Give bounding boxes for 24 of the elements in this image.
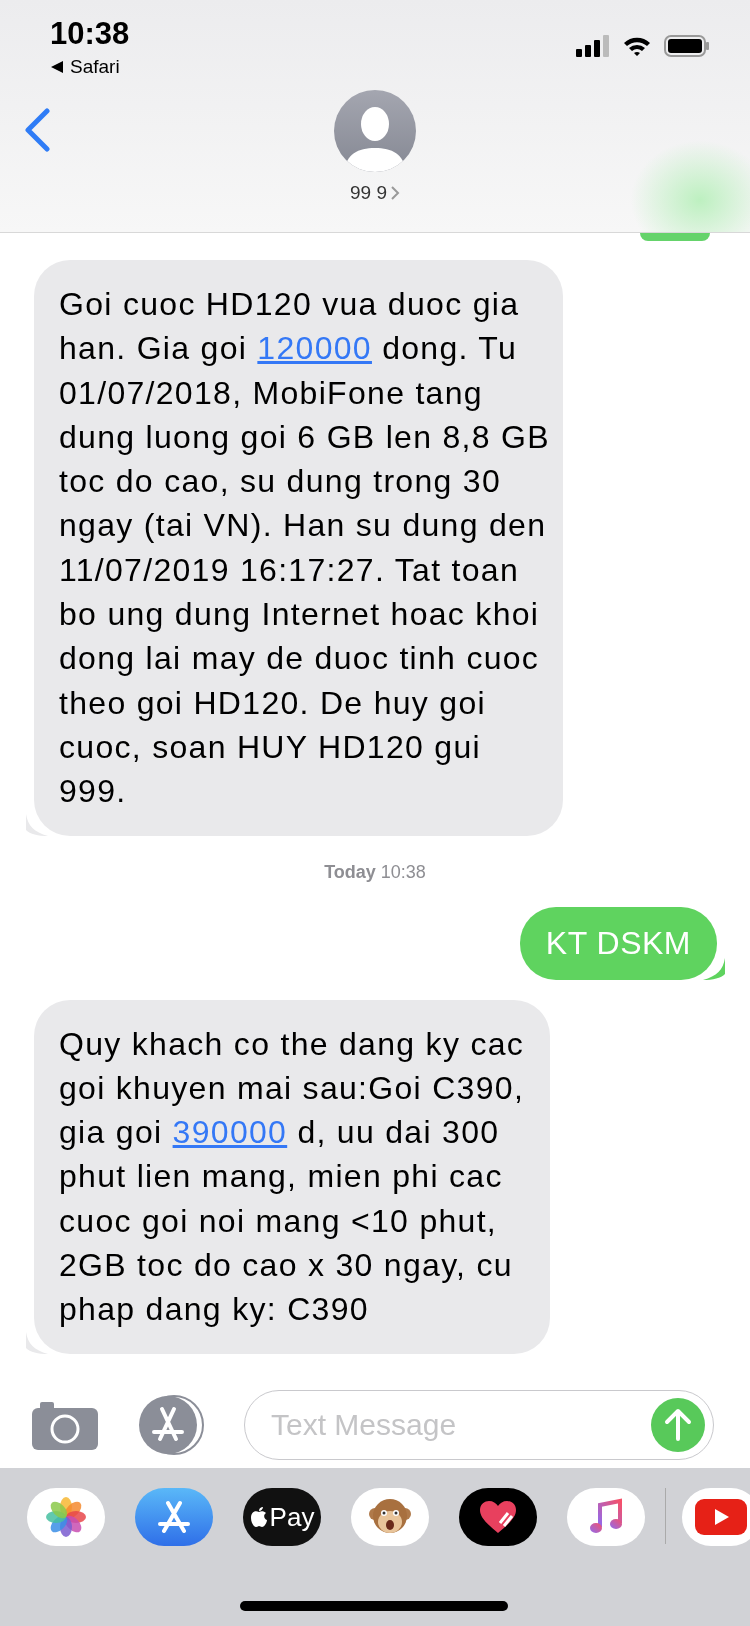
- apple-pay-button[interactable]: Pay: [243, 1488, 321, 1546]
- send-icon[interactable]: [651, 1398, 705, 1452]
- apple-logo-icon: [249, 1506, 268, 1528]
- message-bubble: [640, 233, 710, 241]
- chevron-icon[interactable]: [391, 186, 400, 200]
- wifi-icon: [622, 35, 652, 57]
- timestamp: Today 10:38: [324, 861, 426, 883]
- app-store-icon[interactable]: [135, 1488, 213, 1546]
- back-triangle-icon[interactable]: [50, 60, 64, 74]
- message-bubble: KT DSKM: [519, 906, 717, 980]
- back-to-app-link[interactable]: Safari: [70, 56, 120, 78]
- status-time: 10:38: [50, 16, 130, 52]
- bubble-tail: [703, 957, 725, 980]
- placeholder-text: Text Message: [271, 1408, 457, 1442]
- camera-icon[interactable]: [32, 1400, 98, 1450]
- heart-icon[interactable]: [459, 1488, 537, 1546]
- message-bubble: Quy khach co the dang ky cac goi khuyen mai sau:Goi C390, gia goi 390000 d, uu dai 300 phut lien mang, mien phi cac cuoc goi noi mang <10 phut, 2GB toc do cao x 30 ngay, cu phap dang ky: C390: [34, 999, 550, 1354]
- video-play-icon[interactable]: [682, 1488, 750, 1546]
- back-icon[interactable]: [24, 108, 50, 152]
- message-bubble: Goi cuoc HD120 vua duoc gia han. Gia goi 120000 dong. Tu 01/07/2018, MobiFone tang dung luong goi 6 GB len 8,8 GB toc do cao, su dung trong 30 ngay (tai VN). Han su dung den 11/07/2019 16:17:27. Tat toan bo ung dung Internet hoac khoi dong lai may de duoc tinh cuoc theo goi HD120. De huy goi cuoc, soan HUY HD120 gui 999.: [34, 260, 563, 836]
- signal-icon: [576, 35, 610, 57]
- contact-name[interactable]: 99 9: [350, 182, 387, 204]
- avatar-icon[interactable]: [334, 90, 416, 172]
- battery-icon: [664, 35, 710, 57]
